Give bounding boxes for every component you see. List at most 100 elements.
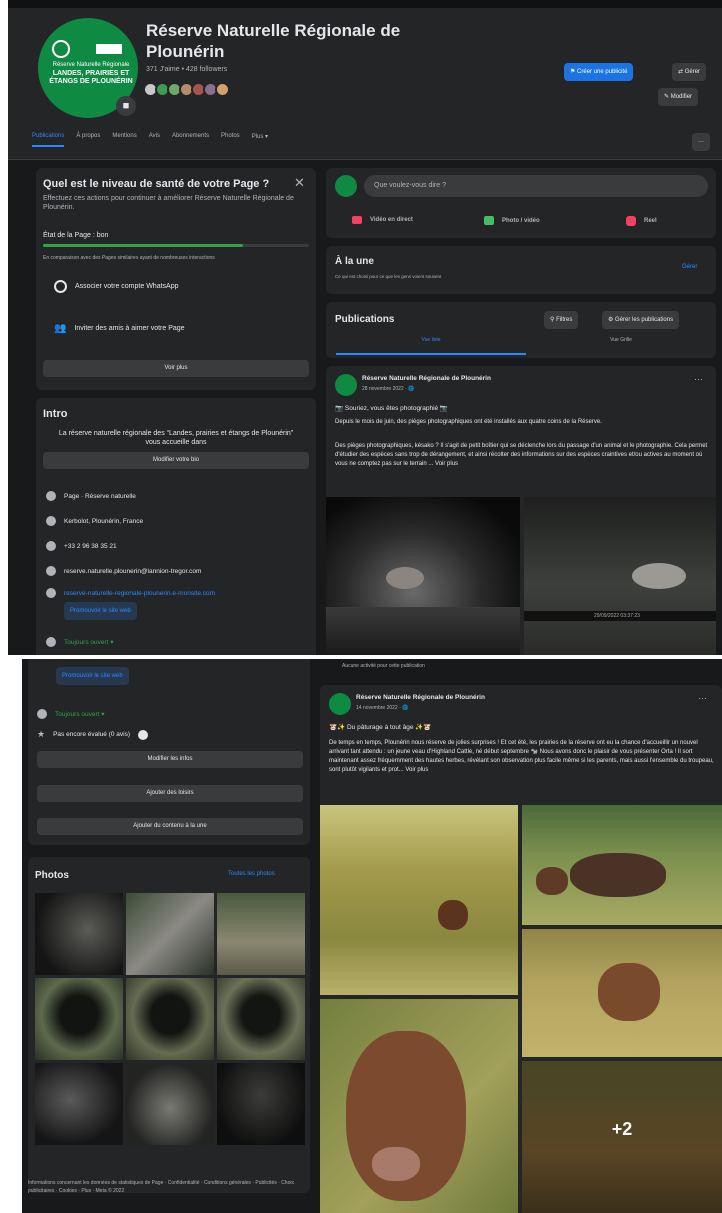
see-more-button[interactable]: Voir plus [43,360,309,377]
health-progress-bar [43,244,309,247]
hours-row[interactable]: Toujours ouvert ▾ [46,637,114,647]
people-icon: 👥 [54,323,67,334]
photo-thumb-9[interactable] [217,1063,305,1145]
badger-silhouette [632,563,686,589]
page-title: Réserve Naturelle Régionale de Plounérin [146,21,401,61]
post-highland-calf: Réserve Naturelle Régionale de Plounérin… [320,685,722,1213]
intro-card: Intro La réserve naturelle régionale des… [36,398,316,655]
manage-button[interactable]: ⇄ Gérer [672,63,707,81]
tab-list-view[interactable]: Vue liste [336,337,526,343]
photo-thumb-3[interactable] [217,893,305,975]
post-options-icon[interactable]: ··· [694,374,703,384]
add-hobbies-button[interactable]: Ajouter des loisirs [37,785,303,802]
tab-photos[interactable]: Photos [221,133,240,147]
add-featured-button[interactable]: Ajouter du contenu à la une [37,818,303,835]
filters-button[interactable]: ⚲ Filtres [544,311,579,329]
invite-friends-label: Inviter des amis à aimer votre Page [74,325,185,332]
post-author-avatar[interactable] [329,693,351,715]
health-note: En comparaison avec des Pages similaires… [43,255,215,261]
invite-friends-action[interactable]: 👥 Inviter des amis à aimer votre Page [54,323,185,334]
detail-category: Page · Réserve naturelle [46,491,136,501]
tab-subscriptions[interactable]: Abonnements [172,133,209,147]
photo-thumb-8[interactable] [126,1063,214,1145]
tab-about[interactable]: À propos [76,133,100,147]
follower-avatars[interactable] [143,82,230,97]
more-options-button[interactable]: ··· [692,133,710,151]
star-icon: ★ [37,729,46,739]
promote-website-button[interactable]: Promouvoir le site web [64,602,137,620]
photo-thumb-2[interactable] [126,893,214,975]
edit-bio-button[interactable]: Modifier votre bio [43,452,309,469]
tab-more[interactable]: Plus ▾ [252,133,268,147]
all-photos-link[interactable]: Toutes les photos [228,871,275,877]
edit-page-button[interactable]: ✎ Modifier [658,88,699,106]
detail-website: reserve-naturelle-regionale-plounerin.e-… [46,588,215,598]
reel-button[interactable]: Reel [626,216,657,226]
edit-page-label: Modifier [670,94,693,100]
trap-photo-badger[interactable]: 29/09/2022 03:37:23 [524,497,716,655]
more-photos-count[interactable]: +2 [522,1119,722,1140]
post-author[interactable]: Réserve Naturelle Régionale de Plounérin [356,694,485,701]
create-ad-button[interactable]: ⚑ Créer une publicité [564,63,634,81]
detail-email-text[interactable]: reserve.naturelle.plounerin@lannion-treg… [64,567,201,576]
trap-timestamp: 29/09/2022 03:37:23 [524,611,716,621]
edit-info-button[interactable]: Modifier les infos [37,751,303,768]
detail-phone: +33 2 96 38 35 21 [46,541,117,551]
intro-bio: La réserve naturelle régionale des “Land… [58,430,294,446]
photo-thumb-5[interactable] [126,978,214,1060]
clock-icon [37,709,47,719]
page-profile-picture[interactable]: Réserve Naturelle Régionale LANDES, PRAI… [34,14,142,122]
post-date[interactable]: 14 novembre 2022 · 🌐 [356,704,408,712]
avatar[interactable] [215,82,230,97]
photo-thumb-6[interactable] [217,978,305,1060]
page-stats[interactable]: 371 J'aime • 428 followers [146,66,227,73]
photos-card: Photos Toutes les photos [28,857,310,1193]
tab-mentions[interactable]: Mentions [112,133,136,147]
photo-video-button[interactable]: Photo / vidéo [484,216,540,225]
tab-publications[interactable]: Publications [32,133,65,147]
reserve-emblem-icon [52,40,70,58]
health-state: État de la Page : bon [43,232,109,239]
rating-label: Pas encore évalué (0 avis) [53,731,131,738]
mail-icon [46,566,56,576]
promote-website-button-2[interactable]: Promouvoir le site web [56,667,129,685]
screenshot-top: Réserve Naturelle Régionale LANDES, PRAI… [8,0,722,655]
composer-input[interactable]: Que voulez-vous dire ? [364,175,708,197]
post-headline: 📷 Souriez, vous êtes photographié 📷 [335,405,449,412]
post-options-icon[interactable]: ··· [698,693,707,703]
herd-photo[interactable] [522,805,722,925]
photo-thumb-4[interactable] [35,978,123,1060]
camera-icon[interactable]: ■ [116,96,136,116]
calf-photo-more[interactable]: +2 [522,1061,722,1213]
calf-photo-closeup[interactable] [522,929,722,1057]
tab-reviews[interactable]: Avis [149,133,160,147]
trap-photo-tunnel[interactable] [326,497,520,655]
calf-figure [438,900,468,930]
website-link[interactable]: reserve-naturelle-regionale-plounerin.e-… [64,589,215,598]
detail-address-text: Kerbolot, Plounérin, France [64,517,144,525]
post-author[interactable]: Réserve Naturelle Régionale de Plounérin [362,375,491,382]
whatsapp-action[interactable]: Associer votre compte WhatsApp [54,280,179,293]
tab-grid-view[interactable]: Vue Grille [526,337,716,343]
photo-thumb-7[interactable] [35,1063,123,1145]
photo-thumb-1[interactable] [35,893,123,975]
footer-links[interactable]: Informations concernant les données de s… [28,1179,310,1195]
manage-posts-button[interactable]: ⚙ Gérer les publications [602,311,680,329]
close-icon[interactable]: ✕ [294,175,305,191]
whatsapp-icon [54,280,67,293]
vegetation [326,607,520,655]
manage-label: Gérer [684,69,701,75]
live-video-button[interactable]: Vidéo en direct [352,216,413,224]
hours-row-2[interactable]: Toujours ouvert ▾ [37,709,105,719]
publications-title: Publications [335,314,395,325]
post-author-avatar[interactable] [335,374,357,396]
detail-email: reserve.naturelle.plounerin@lannion-treg… [46,566,201,576]
featured-manage-link[interactable]: Gérer [682,264,697,270]
calf-photo-grass[interactable] [320,805,518,995]
create-ad-label: Créer une publicité [577,69,628,75]
health-title: Quel est le niveau de santé de votre Pag… [43,178,270,190]
featured-card: À la une Ce qui est choisi pour ce que l… [326,246,716,294]
calf-portrait-photo[interactable] [320,999,518,1213]
post-date[interactable]: 28 novembre 2022 · 🌐 [362,385,414,393]
info-icon[interactable] [138,729,149,740]
